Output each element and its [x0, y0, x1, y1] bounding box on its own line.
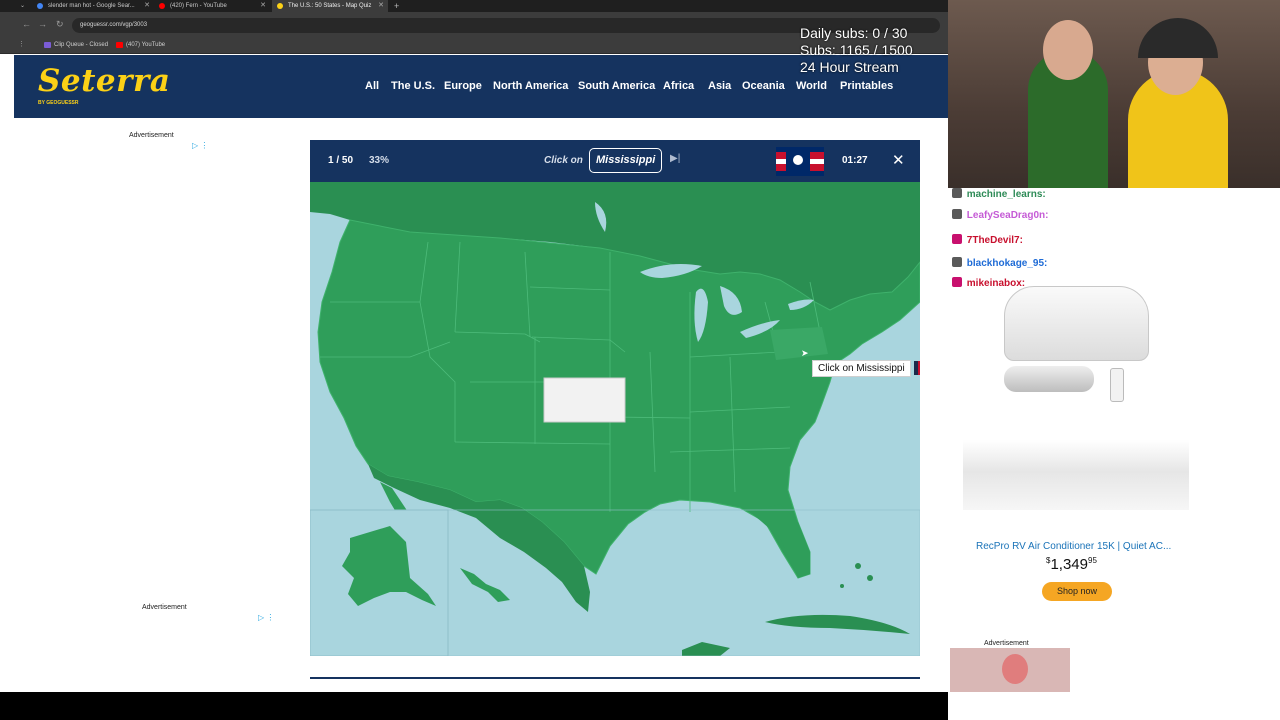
stream-overlay: Daily subs: 0 / 30 Subs: 1165 / 1500 24 …: [800, 25, 913, 76]
close-icon[interactable]: ✕: [378, 0, 384, 12]
mississippi-flag: [776, 147, 824, 176]
bookmark-youtube[interactable]: (407) YouTube: [116, 38, 165, 52]
chat-message: LeafySeaDrag0n:: [952, 209, 1048, 221]
us-states-map[interactable]: [310, 182, 920, 656]
island: [867, 575, 873, 581]
ad-label: Advertisement: [129, 132, 174, 139]
nav-africa[interactable]: Africa: [663, 80, 694, 92]
chat-username: mikeinabox:: [966, 278, 1026, 289]
stream-title: 24 Hour Stream: [800, 59, 899, 75]
reload-icon[interactable]: ↻: [56, 19, 64, 30]
bookmark-icon: [44, 42, 51, 48]
adchoices-icon[interactable]: ▷ ⋮: [258, 613, 274, 622]
back-icon[interactable]: ←: [22, 19, 31, 29]
badge-icon: [952, 188, 962, 198]
hover-tooltip: Click on Mississippi: [812, 360, 911, 377]
island: [855, 563, 861, 569]
badge-icon: [952, 234, 962, 244]
url-text: geoguessr.com/vgp/3003: [80, 22, 148, 28]
close-quiz-icon[interactable]: ✕: [892, 151, 905, 169]
nav-printables[interactable]: Printables: [840, 80, 893, 92]
tab-strip: ⌄ slender man hot - Google Sear... ✕ (42…: [0, 0, 948, 12]
shop-now-button[interactable]: Shop now: [1042, 582, 1112, 601]
tab-search-icon[interactable]: ⌄: [20, 0, 25, 12]
nav-oceania[interactable]: Oceania: [742, 80, 785, 92]
ad-label: Advertisement: [142, 604, 187, 611]
adchoices-icon[interactable]: ▷ ⋮: [192, 141, 208, 150]
google-icon: [37, 3, 43, 9]
bookmark-clip-queue[interactable]: Clip Queue - Closed: [44, 38, 108, 52]
ad-label: Advertisement: [984, 640, 1029, 647]
subs-count: Subs: 1165 / 1500: [800, 42, 913, 58]
quiz-panel: 1 / 50 33% Click on Mississippi ▶︎| 01:2…: [310, 140, 920, 656]
seterra-icon: [277, 3, 283, 9]
product-image-ac-unit[interactable]: [1004, 286, 1149, 361]
tab-google[interactable]: slender man hot - Google Sear... ✕: [32, 0, 154, 12]
webcam-feed: [948, 0, 1280, 188]
tooltip-flag-icon: [914, 361, 920, 375]
stream-sidebar: machine_learns: LeafySeaDrag0n: 7TheDevi…: [948, 0, 1280, 720]
nav-asia[interactable]: Asia: [708, 80, 731, 92]
chat-message: blackhokage_95:: [952, 257, 1047, 269]
cursor-icon: ➤: [801, 348, 809, 358]
tab-title: slender man hot - Google Sear...: [48, 3, 135, 9]
screen: ⌄ slender man hot - Google Sear... ✕ (42…: [0, 0, 1280, 720]
seterra-logo[interactable]: Seterra: [38, 63, 170, 99]
chat-username: 7TheDevil7:: [966, 235, 1023, 246]
product-title[interactable]: RecPro RV Air Conditioner 15K | Quiet AC…: [976, 541, 1171, 552]
bookmark-label: Clip Queue - Closed: [54, 42, 109, 48]
nav-all[interactable]: All: [365, 80, 379, 92]
close-icon[interactable]: ✕: [144, 0, 150, 12]
badge-icon: [952, 209, 962, 219]
progress-percent: 33%: [369, 155, 390, 166]
chat-username: machine_learns:: [966, 189, 1046, 200]
browser-window: ⌄ slender man hot - Google Sear... ✕ (42…: [0, 0, 948, 692]
tab-title: The U.S.: 50 States - Map Quiz: [288, 3, 372, 9]
tab-youtube[interactable]: (420) Fern - YouTube ✕: [154, 0, 270, 12]
chat-username: LeafySeaDrag0n:: [966, 210, 1049, 221]
chat-message: 7TheDevil7:: [952, 234, 1023, 246]
daily-subs: Daily subs: 0 / 30: [800, 25, 908, 41]
ad-image[interactable]: [950, 648, 1070, 692]
product-image-vent[interactable]: [1004, 366, 1094, 392]
price-cents: 95: [1088, 556, 1097, 565]
timer: 01:27: [842, 155, 868, 166]
progress-count: 1 / 50: [328, 155, 354, 166]
new-tab-icon[interactable]: +: [394, 0, 399, 12]
nav-north-america[interactable]: North America: [493, 80, 568, 92]
nav-south-america[interactable]: South America: [578, 80, 655, 92]
island: [840, 584, 844, 588]
nav-world[interactable]: World: [796, 80, 827, 92]
nav-the-us[interactable]: The U.S.: [391, 80, 435, 92]
seterra-page: Seterra BY GEOGUESSR All The U.S. Europe…: [14, 55, 948, 692]
bookmark-label: (407) YouTube: [126, 42, 166, 48]
close-icon[interactable]: ✕: [260, 0, 266, 12]
chat-message: machine_learns:: [952, 188, 1046, 200]
skip-icon[interactable]: ▶︎|: [670, 153, 680, 164]
chat-message: mikeinabox:: [952, 277, 1025, 289]
badge-icon: [952, 277, 962, 287]
tab-title: (420) Fern - YouTube: [170, 3, 227, 9]
nav-europe[interactable]: Europe: [444, 80, 482, 92]
chat-username: blackhokage_95:: [966, 258, 1048, 269]
youtube-icon: [116, 42, 123, 48]
divider: [310, 677, 920, 679]
magnolia-icon: [793, 155, 803, 165]
quiz-header: 1 / 50 33% Click on Mississippi ▶︎| 01:2…: [310, 140, 920, 182]
youtube-icon: [159, 3, 165, 9]
badge-icon: [952, 257, 962, 267]
prompt-label: Click on: [544, 155, 583, 166]
product-image-unit-side[interactable]: [963, 440, 1189, 510]
state-kansas[interactable]: [543, 377, 626, 423]
price-dollars: 1,349: [1050, 556, 1088, 573]
forward-icon[interactable]: →: [38, 19, 47, 29]
target-state: Mississippi: [589, 148, 663, 173]
product-price: $1,34995: [1046, 556, 1097, 573]
tab-seterra[interactable]: The U.S.: 50 States - Map Quiz ✕: [272, 0, 388, 12]
logo-subtitle: BY GEOGUESSR: [38, 100, 79, 106]
apps-icon[interactable]: ⋮: [18, 40, 25, 48]
product-image-remote[interactable]: [1110, 368, 1124, 402]
